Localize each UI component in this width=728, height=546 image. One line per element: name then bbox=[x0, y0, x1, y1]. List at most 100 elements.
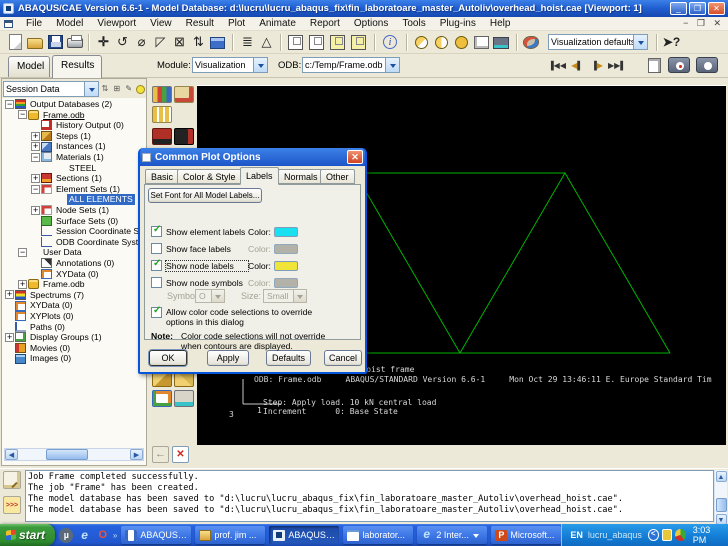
tree-expander-icon[interactable] bbox=[5, 354, 14, 363]
cycle-views-icon[interactable]: ⇅ bbox=[189, 33, 208, 52]
tree-item-label[interactable]: Node Sets (1) bbox=[54, 205, 111, 216]
ok-button[interactable]: OK bbox=[149, 350, 187, 366]
opera-icon[interactable] bbox=[96, 528, 110, 543]
tree-item[interactable]: Element Sets (1) bbox=[2, 184, 146, 195]
scroll-left-icon[interactable]: ◀ bbox=[5, 449, 18, 460]
message-area-icon[interactable] bbox=[3, 471, 21, 489]
dialog-close-icon[interactable]: ✕ bbox=[347, 150, 363, 164]
tree-expander-icon[interactable] bbox=[31, 269, 40, 278]
full-circle-icon[interactable] bbox=[452, 33, 471, 52]
tree-expander-icon[interactable] bbox=[18, 248, 27, 257]
tree-item-label[interactable]: Spectrums (7) bbox=[28, 290, 86, 301]
tree-item-label[interactable]: Movies (0) bbox=[28, 343, 72, 354]
mdi-child-icon[interactable] bbox=[4, 20, 13, 28]
tree-item[interactable]: Materials (1) bbox=[2, 152, 146, 163]
edit-item-icon[interactable]: ✎ bbox=[123, 82, 134, 95]
menu-item[interactable]: Model bbox=[49, 17, 90, 31]
combo-dropdown-icon[interactable] bbox=[84, 82, 98, 96]
media-player-tray-icon[interactable] bbox=[675, 529, 685, 541]
task-button[interactable]: ABAQUS ... bbox=[121, 526, 191, 544]
tree-item[interactable]: User Data bbox=[2, 247, 146, 258]
checkbox[interactable] bbox=[151, 277, 162, 288]
tree-item-label[interactable]: XYPlots (0) bbox=[28, 311, 75, 322]
pan-icon[interactable]: ✛ bbox=[94, 33, 113, 52]
tree-item[interactable]: Sections (1) bbox=[2, 173, 146, 184]
tree-expander-icon[interactable] bbox=[31, 174, 40, 183]
save-icon[interactable] bbox=[46, 33, 65, 52]
cancel-button[interactable]: Cancel bbox=[324, 350, 362, 366]
tree-expander-icon[interactable] bbox=[44, 195, 53, 204]
view-cut-icon[interactable] bbox=[432, 33, 451, 52]
scrollbar-thumb[interactable] bbox=[716, 498, 727, 512]
color-code-defaults-combo[interactable]: Visualization defaults bbox=[548, 34, 648, 50]
tree-item[interactable]: Movies (0) bbox=[2, 343, 146, 354]
set-font-button[interactable]: Set Font for All Model Labels... bbox=[148, 188, 262, 203]
record-animation-icon[interactable] bbox=[668, 57, 690, 73]
view-options-table-icon[interactable] bbox=[208, 33, 227, 52]
tree-item-label[interactable]: History Output (0) bbox=[54, 120, 126, 131]
menu-item[interactable]: Help bbox=[483, 17, 518, 31]
tree-item-label[interactable]: XYData (0) bbox=[28, 300, 75, 311]
odb-combo[interactable]: c:/Temp/Frame.odb bbox=[302, 57, 400, 73]
tree-item-label[interactable]: ALL ELEMENTS bbox=[67, 194, 135, 205]
tab-other[interactable]: Other bbox=[320, 169, 355, 184]
tree-item-label[interactable]: Steps (1) bbox=[54, 131, 93, 142]
message-vertical-scrollbar[interactable]: ▲ ▼ bbox=[714, 470, 727, 522]
tree-item[interactable]: Output Databases (2) bbox=[2, 99, 146, 110]
tree-item[interactable]: History Output (0) bbox=[2, 120, 146, 131]
combo-dropdown-icon[interactable] bbox=[633, 35, 647, 49]
tree-item-label[interactable]: Surface Sets (0) bbox=[54, 216, 120, 227]
tab-results[interactable]: Results bbox=[52, 55, 102, 78]
tree-expander-icon[interactable] bbox=[5, 312, 14, 321]
create-item-icon[interactable]: ⊞ bbox=[111, 82, 122, 95]
tree-item-label[interactable]: Display Groups (1) bbox=[28, 332, 104, 343]
query-info-icon[interactable]: i bbox=[381, 33, 400, 52]
color-code-palette-icon[interactable] bbox=[522, 33, 541, 52]
checkbox-label[interactable]: Show element labels bbox=[166, 227, 248, 237]
view-cut-half-icon[interactable] bbox=[412, 33, 431, 52]
task-button[interactable]: prof. jim ... bbox=[195, 526, 265, 544]
tree-expander-icon[interactable] bbox=[5, 100, 14, 109]
scroll-up-icon[interactable]: ▲ bbox=[716, 471, 727, 482]
filled-render-icon[interactable] bbox=[328, 33, 347, 52]
tree-item[interactable]: Frame.odb bbox=[2, 110, 146, 121]
full-screen-icon[interactable] bbox=[492, 33, 511, 52]
next-frame-icon[interactable]: ▐▶ bbox=[588, 58, 606, 73]
checkbox[interactable] bbox=[151, 260, 162, 271]
tree-item[interactable]: Node Sets (1) bbox=[2, 205, 146, 216]
menu-item[interactable]: Viewport bbox=[90, 17, 143, 31]
menu-item[interactable]: Options bbox=[347, 17, 395, 31]
tree-expander-icon[interactable] bbox=[31, 206, 40, 215]
scrollbar-thumb[interactable] bbox=[46, 449, 88, 460]
menu-item[interactable]: Result bbox=[179, 17, 221, 31]
tree-expander-icon[interactable] bbox=[18, 280, 27, 289]
tips-lightbulb-icon[interactable] bbox=[136, 85, 145, 94]
color-swatch[interactable] bbox=[274, 244, 298, 254]
tree-expander-icon[interactable] bbox=[31, 121, 40, 130]
tree-expander-icon[interactable] bbox=[31, 185, 40, 194]
close-button[interactable]: ✕ bbox=[708, 2, 725, 15]
prompt-back-arrow-icon[interactable]: ← bbox=[152, 446, 169, 463]
tree-item-label[interactable]: Output Databases (2) bbox=[28, 99, 114, 110]
tree-expander-icon[interactable] bbox=[31, 227, 40, 236]
tree-expander-icon[interactable] bbox=[5, 301, 14, 310]
messenger-tray-icon[interactable] bbox=[648, 529, 659, 541]
checkbox[interactable] bbox=[151, 307, 162, 318]
command-line-icon[interactable]: >>> bbox=[3, 496, 21, 514]
task-button[interactable]: laborator... bbox=[343, 526, 413, 544]
last-frame-icon[interactable]: ▶▶▌ bbox=[608, 58, 626, 73]
tab-normals[interactable]: Normals bbox=[278, 169, 324, 184]
prompt-cancel-icon[interactable]: ✕ bbox=[172, 446, 189, 463]
tree-expander-icon[interactable] bbox=[31, 142, 40, 151]
tree-expander-icon[interactable] bbox=[18, 110, 27, 119]
tree-item-label[interactable]: STEEL bbox=[67, 163, 98, 174]
checkbox[interactable] bbox=[151, 226, 162, 237]
tree-item-label[interactable]: Element Sets (1) bbox=[54, 184, 122, 195]
tree-item-label[interactable]: Session Coordinate Syst bbox=[54, 226, 146, 237]
minimize-button[interactable]: _ bbox=[670, 2, 687, 15]
mdi-window-controls[interactable]: − ❒ ✕ bbox=[683, 17, 724, 31]
task-button[interactable]: Microsoft... bbox=[491, 526, 561, 544]
menu-item[interactable]: File bbox=[19, 17, 49, 31]
color-swatch[interactable] bbox=[274, 227, 298, 237]
tree-item[interactable]: Steps (1) bbox=[2, 131, 146, 142]
